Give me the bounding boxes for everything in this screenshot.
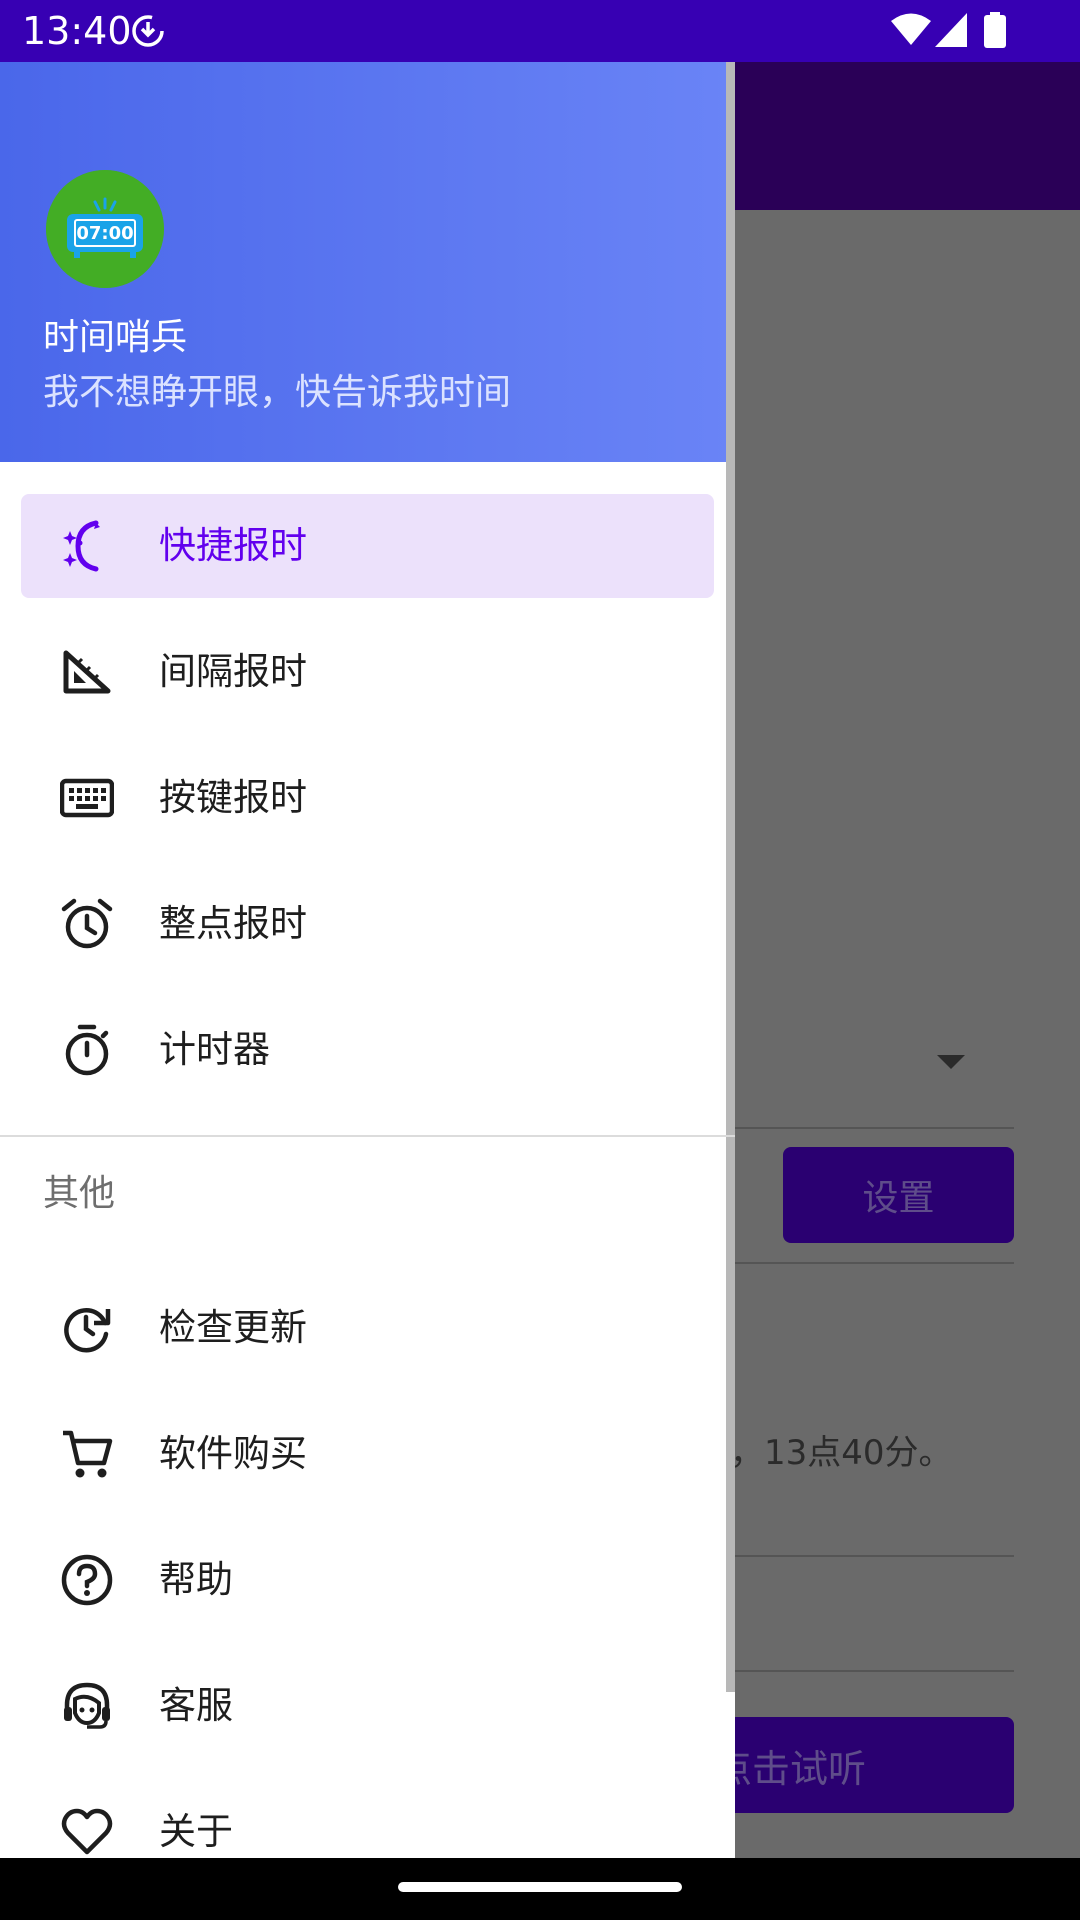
navigation-drawer: 07:00 时间哨兵 我不想睁开眼，快告诉我时间 快捷报时 间隔报时 按键报时 … (0, 62, 735, 1858)
nav-item-label: 检查更新 (159, 1306, 307, 1349)
home-gesture-handle[interactable] (398, 1882, 682, 1892)
drawer-scrollbar[interactable] (726, 62, 735, 1692)
nav-item-label: 间隔报时 (159, 650, 307, 693)
nav-item-about[interactable]: 关于 (0, 1780, 726, 1858)
keyboard-icon (60, 778, 114, 818)
nav-item-label: 快捷报时 (159, 524, 307, 567)
timer-icon (65, 1024, 109, 1076)
status-bar: 13:40 (0, 0, 1080, 62)
nav-item-label: 整点报时 (159, 902, 307, 945)
current-time-text: ，13点40分。 (730, 1433, 953, 1473)
alarm-clock-icon (61, 898, 113, 949)
set-square-icon (63, 650, 111, 694)
drawer-header: 07:00 时间哨兵 我不想睁开眼，快告诉我时间 (0, 62, 735, 462)
nav-item-customer-service[interactable]: 客服 (0, 1654, 726, 1758)
wifi-icon (891, 13, 931, 45)
update-icon (64, 1308, 111, 1353)
nav-item-hourly-announce[interactable]: 整点报时 (0, 872, 726, 976)
dropdown-arrow-icon (937, 1055, 965, 1069)
divider-line (700, 1670, 1014, 1672)
app-logo[interactable]: 07:00 (46, 170, 164, 288)
nav-item-label: 帮助 (159, 1558, 233, 1601)
nav-item-label: 软件购买 (159, 1432, 307, 1475)
headset-icon (64, 1682, 110, 1729)
heart-icon (61, 1808, 113, 1855)
nav-item-label: 关于 (159, 1810, 233, 1853)
sync-download-icon (132, 15, 164, 47)
signal-icon (935, 13, 967, 47)
listen-button: 点击试听 (700, 1717, 1014, 1813)
status-time: 13:40 (22, 9, 132, 53)
nav-item-timer[interactable]: 计时器 (0, 998, 726, 1102)
sparkle-moon-icon (63, 520, 100, 572)
nav-item-interval-announce[interactable]: 间隔报时 (0, 620, 726, 724)
logo-time-text: 07:00 (76, 223, 133, 244)
active-highlight (21, 494, 714, 598)
nav-item-key-announce[interactable]: 按键报时 (0, 746, 726, 850)
nav-item-quick-announce[interactable]: 快捷报时 (0, 494, 726, 598)
cart-icon (63, 1430, 113, 1478)
app-name: 时间哨兵 (43, 317, 188, 358)
app-tagline: 我不想睁开眼，快告诉我时间 (43, 372, 512, 413)
nav-item-check-update[interactable]: 检查更新 (0, 1276, 726, 1380)
drawer-divider (0, 1135, 735, 1137)
battery-icon (984, 12, 1006, 48)
divider-line (700, 1555, 1014, 1557)
nav-item-help[interactable]: 帮助 (0, 1528, 726, 1632)
divider-line (700, 1262, 1014, 1264)
help-icon (61, 1554, 113, 1606)
system-navigation-bar (0, 1858, 1080, 1920)
section-title-other: 其他 (43, 1173, 116, 1214)
nav-item-label: 客服 (159, 1684, 233, 1727)
set-button: 设置 (783, 1147, 1014, 1243)
divider-line (700, 1127, 1014, 1129)
nav-item-label: 计时器 (159, 1028, 270, 1071)
nav-item-purchase[interactable]: 软件购买 (0, 1402, 726, 1506)
nav-item-label: 按键报时 (159, 776, 307, 819)
